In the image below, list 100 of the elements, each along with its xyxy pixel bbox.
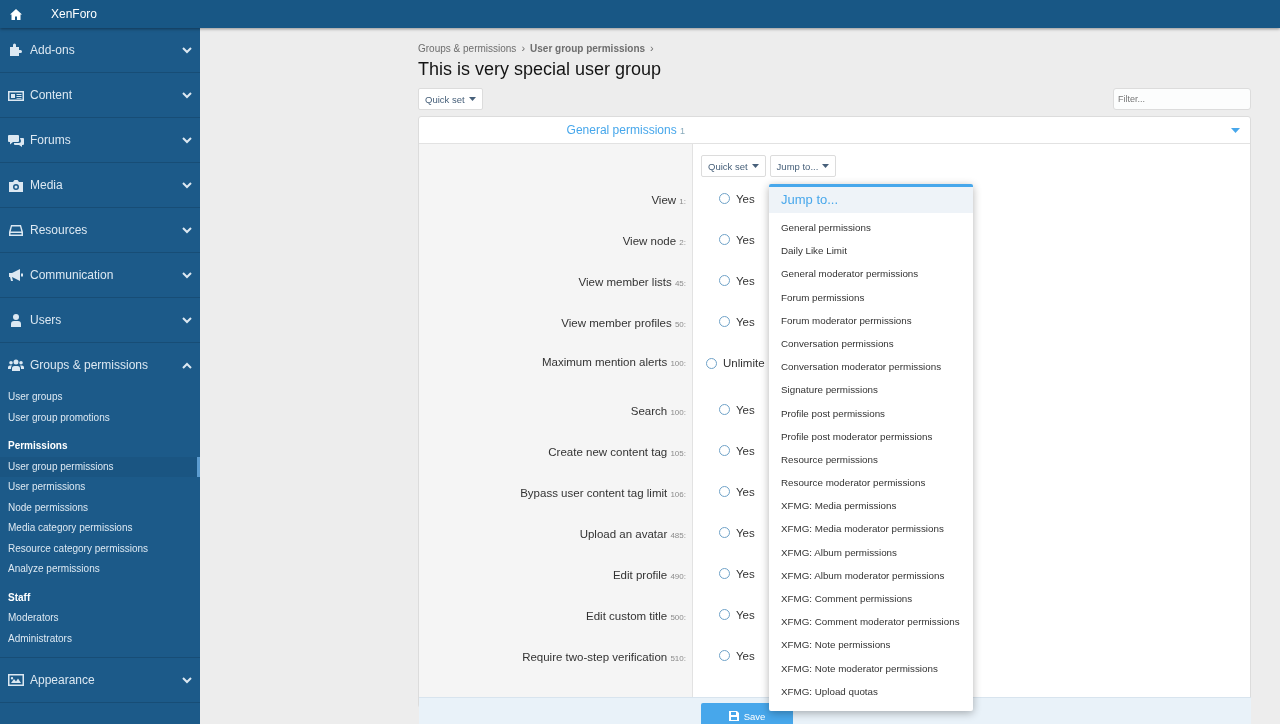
save-icon: [728, 711, 739, 721]
nav-section-header[interactable]: Appearance: [0, 658, 200, 702]
chevron-icon[interactable]: [182, 361, 192, 369]
nav-section-header[interactable]: Forums: [0, 118, 200, 162]
permission-label: View member lists 45:: [578, 275, 686, 288]
menu-item[interactable]: Forum moderator permissions: [769, 308, 973, 332]
megaphone-icon: [8, 267, 24, 283]
quick-set-button[interactable]: Quick set: [418, 88, 483, 110]
chevron-icon[interactable]: [182, 181, 192, 189]
radio-option[interactable]: Yes: [719, 233, 755, 246]
nav-link[interactable]: Moderators: [0, 608, 200, 629]
radio-option[interactable]: Yes: [719, 485, 755, 498]
caret-icon[interactable]: [1231, 127, 1240, 133]
caret-icon: [822, 164, 830, 168]
permission-label: Edit profile 490:: [612, 568, 686, 581]
speech-bubbles-icon: [8, 132, 24, 148]
permission-label: Bypass user content tag limit 106:: [520, 486, 686, 499]
nav-link[interactable]: User groups: [0, 387, 200, 408]
nav-section-header[interactable]: Communication: [0, 253, 200, 297]
breadcrumb-separator: ›: [650, 42, 654, 54]
home-icon[interactable]: [10, 8, 22, 20]
camera-icon: [8, 177, 24, 193]
puzzle-icon: [8, 42, 24, 58]
picture-icon: [8, 672, 24, 688]
radio-option[interactable]: Yes: [719, 315, 755, 328]
breadcrumb-link[interactable]: User group permissions: [530, 42, 646, 54]
radio-option[interactable]: Yes: [719, 649, 755, 662]
menu-item[interactable]: Signature permissions: [769, 378, 973, 402]
radio-option[interactable]: Yes: [719, 567, 755, 580]
chevron-icon[interactable]: [182, 676, 192, 684]
nav-link[interactable]: User group permissions: [0, 456, 200, 477]
permission-label: Edit custom title 500:: [586, 609, 686, 622]
chevron-icon[interactable]: [182, 136, 192, 144]
menu-item[interactable]: General permissions: [769, 216, 973, 240]
menu-item[interactable]: Conversation moderator permissions: [769, 355, 973, 379]
menu-item[interactable]: XFMG: Media moderator permissions: [769, 517, 973, 541]
radio-option[interactable]: Yes: [719, 192, 755, 205]
menu-item[interactable]: XFMG: Comment moderator permissions: [769, 610, 973, 634]
nav-section-header[interactable]: Add-ons: [0, 28, 200, 72]
chevron-icon[interactable]: [182, 271, 192, 279]
radio-option[interactable]: Yes: [719, 403, 755, 416]
menu-title: Jump to...: [769, 187, 973, 213]
menu-item[interactable]: Forum permissions: [769, 285, 973, 309]
permission-label: View node 2:: [622, 234, 686, 247]
page-title: This is very special user group: [418, 59, 663, 80]
menu-item[interactable]: XFMG: Note permissions: [769, 633, 973, 657]
nav-link[interactable]: User group promotions: [0, 407, 200, 428]
nav-link[interactable]: Media category permissions: [0, 518, 200, 539]
nav-section-header[interactable]: Media: [0, 163, 200, 207]
menu-item[interactable]: General moderator permissions: [769, 262, 973, 286]
user-icon: [8, 312, 24, 328]
menu-item[interactable]: Profile post moderator permissions: [769, 424, 973, 448]
nav-link[interactable]: Analyze permissions: [0, 559, 200, 580]
permission-label: Require two-step verification 510:: [522, 650, 686, 663]
radio-option[interactable]: Unlimite: [706, 357, 765, 369]
nav-heading: Staff: [7, 590, 32, 605]
nav-link[interactable]: Node permissions: [0, 497, 200, 518]
permission-label: Create new content tag 105:: [548, 445, 686, 458]
nav-section-header[interactable]: Resources: [0, 208, 200, 252]
chevron-icon[interactable]: [182, 91, 192, 99]
chevron-icon[interactable]: [182, 46, 192, 54]
nav-link[interactable]: Resource category permissions: [0, 538, 200, 559]
caret-icon: [751, 164, 759, 168]
filter-field[interactable]: Filter...: [1113, 88, 1251, 110]
nav-link[interactable]: Administrators: [0, 628, 200, 649]
site-title[interactable]: XenForo: [51, 7, 98, 21]
users-icon: [8, 357, 24, 373]
menu-item[interactable]: Conversation permissions: [769, 331, 973, 356]
breadcrumb-link[interactable]: Groups & permissions: [418, 42, 517, 54]
caret-icon: [468, 97, 476, 101]
menu-item[interactable]: Profile post permissions: [769, 401, 973, 425]
menu-item[interactable]: XFMG: Comment permissions: [769, 587, 973, 611]
permission-label: Maximum mention alerts 100:: [541, 356, 686, 368]
radio-option[interactable]: Yes: [719, 444, 755, 457]
permission-label: Upload an avatar 485:: [579, 527, 686, 540]
permission-label: View member profiles 50:: [561, 316, 686, 329]
menu-item[interactable]: XFMG: Album moderator permissions: [769, 563, 973, 587]
menu-item[interactable]: XFMG: Media permissions: [769, 494, 973, 518]
nav-link[interactable]: User permissions: [0, 477, 200, 498]
permission-label: View 1:: [651, 193, 686, 206]
menu-item[interactable]: XFMG: Upload quotas: [769, 679, 973, 703]
nav-heading: Permissions: [7, 439, 69, 453]
radio-option[interactable]: Yes: [719, 274, 755, 287]
chevron-icon[interactable]: [182, 226, 192, 234]
permission-label: Search 100:: [630, 404, 686, 417]
menu-item[interactable]: Resource moderator permissions: [769, 471, 973, 495]
radio-option[interactable]: Yes: [719, 526, 755, 539]
chevron-icon[interactable]: [182, 316, 192, 324]
nav-section-header[interactable]: Users: [0, 298, 200, 342]
menu-item[interactable]: Daily Like Limit: [769, 239, 973, 263]
drive-icon: [8, 222, 24, 238]
menu-item[interactable]: Resource permissions: [769, 447, 973, 472]
radio-option[interactable]: Yes: [719, 608, 755, 621]
nav-section-header[interactable]: Groups & permissions: [0, 343, 200, 387]
menu-item[interactable]: XFMG: Note moderator permissions: [769, 656, 973, 680]
breadcrumb-separator: ›: [521, 42, 526, 54]
nav-section-header[interactable]: Content: [0, 73, 200, 117]
menu-item[interactable]: XFMG: Album permissions: [769, 540, 973, 564]
toolbar-button[interactable]: Jump to...: [769, 155, 837, 177]
toolbar-button[interactable]: Quick set: [701, 155, 766, 177]
